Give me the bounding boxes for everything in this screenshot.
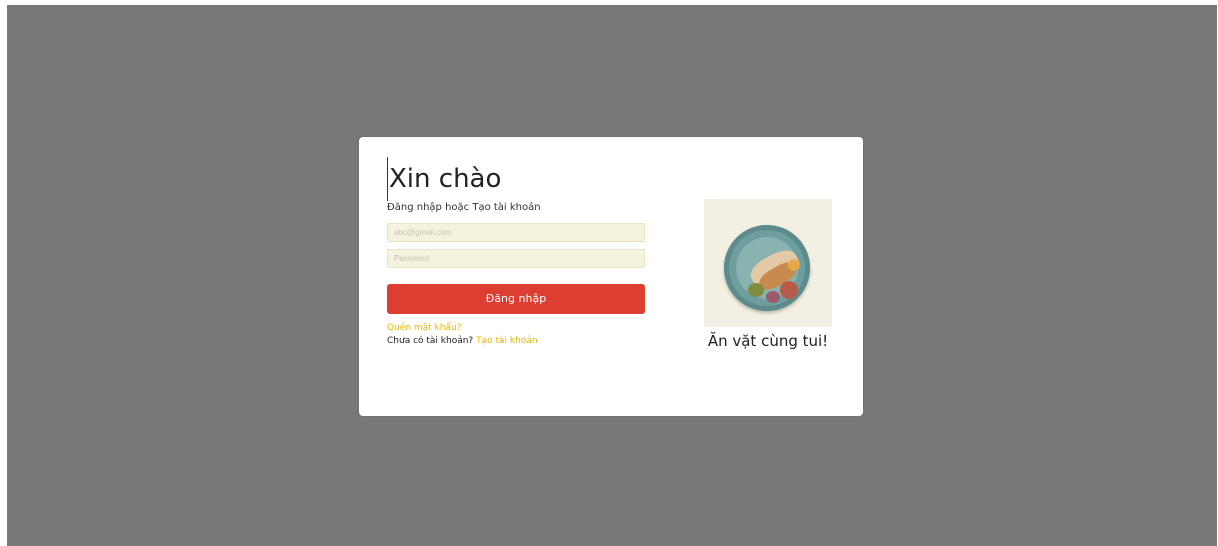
- food-piece: [748, 283, 764, 297]
- no-account-text: Chưa có tài khoản?: [387, 336, 474, 346]
- promo-panel: Ăn vặt cùng tui!: [704, 199, 832, 351]
- food-piece: [788, 259, 800, 271]
- login-subtitle: Đăng nhập hoặc Tạo tài khoản: [387, 202, 541, 213]
- plate-graphic: [724, 225, 810, 311]
- promo-tagline: Ăn vặt cùng tui!: [707, 332, 829, 350]
- email-field[interactable]: [387, 223, 645, 242]
- password-field[interactable]: [387, 249, 645, 268]
- food-piece: [766, 291, 780, 303]
- page-title: Xin chào: [387, 157, 645, 201]
- create-account-link[interactable]: Tạo tài khoản: [476, 336, 537, 346]
- plate-center: [736, 237, 804, 303]
- login-form: Xin chào Đăng nhập hoặc Tạo tài khoản Đă…: [387, 157, 645, 347]
- login-modal: Xin chào Đăng nhập hoặc Tạo tài khoản Đă…: [359, 137, 863, 416]
- food-plate-image: [704, 199, 832, 327]
- food-piece: [780, 281, 798, 299]
- register-prompt: Chưa có tài khoản? Tạo tài khoản: [387, 335, 645, 347]
- forgot-password-link[interactable]: Quên mật khẩu?: [387, 322, 461, 334]
- login-button[interactable]: Đăng nhập: [387, 284, 645, 314]
